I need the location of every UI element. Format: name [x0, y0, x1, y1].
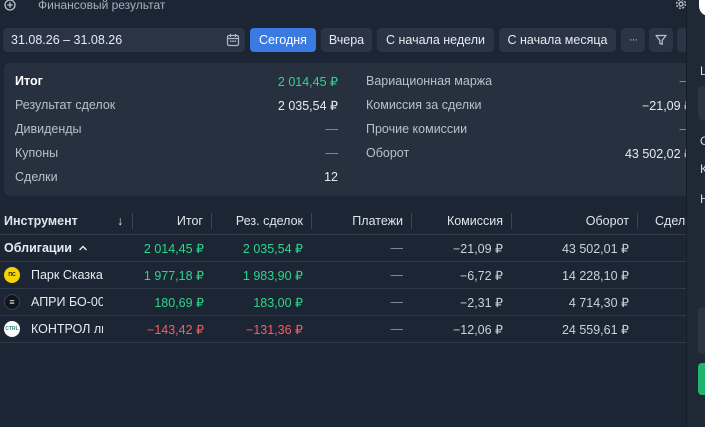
filter-icon [655, 34, 667, 46]
summary-label: Прочие комиссии [366, 122, 468, 136]
side-panel-letter: О [700, 134, 705, 148]
cell-turnover: 4 714,30 ₽ [568, 295, 629, 310]
column-header-commission[interactable]: Комиссия [415, 208, 503, 234]
summary-label: Комиссия за сделки [366, 98, 482, 112]
cell-total: 180,69 ₽ [154, 295, 204, 310]
column-header-payments[interactable]: Платежи [315, 208, 403, 234]
column-divider [411, 213, 412, 229]
summary-row: Вариационная маржа — [366, 74, 692, 90]
table-row[interactable]: ПС Парк Сказка 1 977,18 ₽ 1 983,90 ₽ — −… [0, 262, 686, 289]
column-divider [311, 213, 312, 229]
cell-payments: — [390, 295, 404, 309]
instrument-name: КОНТРОЛ лизинг [31, 322, 103, 336]
summary-row: Оборот 43 502,02 ₽ [366, 146, 692, 162]
summary-total-row: Итог 2 014,45 ₽ [15, 74, 338, 90]
side-panel-field[interactable] [698, 307, 705, 354]
cell-commission: −6,72 ₽ [459, 268, 503, 283]
sort-arrow-icon[interactable]: ↓ [117, 208, 127, 234]
summary-row: Купоны — [15, 146, 338, 162]
cell-total: 1 977,18 ₽ [143, 268, 204, 283]
cell-deals-result: −131,36 ₽ [246, 322, 303, 337]
column-divider [637, 213, 638, 229]
filter-button[interactable] [649, 28, 673, 52]
summary-label: Дивиденды [15, 122, 82, 136]
instrument-logo-icon: ПС [4, 267, 20, 283]
more-options-button[interactable]: ··· [621, 28, 645, 52]
summary-row: Сделки 12 [15, 170, 338, 186]
chevron-up-icon[interactable] [78, 244, 88, 252]
column-header-instrument[interactable]: Инструмент [4, 208, 104, 234]
column-header-deals-result[interactable]: Рез. сделок [215, 208, 303, 234]
summary-label: Сделки [15, 170, 58, 184]
yesterday-button[interactable]: Вчера [321, 28, 372, 52]
cell-total: 2 014,45 ₽ [143, 241, 204, 256]
today-button[interactable]: Сегодня [250, 28, 316, 52]
cell-total: −143,42 ₽ [147, 322, 204, 337]
summary-row: Комиссия за сделки −21,09 ₽ [366, 98, 692, 114]
column-header-deals[interactable]: Сделки [655, 208, 686, 234]
cell-turnover: 24 559,61 ₽ [561, 322, 629, 337]
summary-label: Вариационная маржа [366, 74, 493, 88]
column-divider [132, 213, 133, 229]
calendar-icon[interactable] [226, 33, 240, 47]
cell-commission: −2,31 ₽ [459, 295, 503, 310]
extra-button[interactable] [677, 28, 686, 52]
table-row[interactable]: CTRL КОНТРОЛ лизинг −143,42 ₽ −131,36 ₽ … [0, 316, 686, 343]
summary-value: −21,09 ₽ [641, 99, 692, 113]
summary-value: — [325, 146, 339, 160]
cell-deals-result: 2 035,54 ₽ [242, 241, 303, 256]
side-panel-letter: К [700, 162, 705, 176]
instrument-name: Парк Сказка [31, 268, 103, 282]
summary-row: Дивиденды — [15, 122, 338, 138]
summary-value: — [325, 122, 339, 136]
summary-value: 2 035,54 ₽ [277, 99, 338, 113]
summary-label: Результат сделок [15, 98, 116, 112]
date-range-value: 31.08.26 – 31.08.26 [11, 33, 123, 47]
avatar[interactable] [699, 0, 705, 16]
summary-row: Результат сделок 2 035,54 ₽ [15, 98, 338, 114]
column-divider [211, 213, 212, 229]
week-start-button[interactable]: С начала недели [377, 28, 494, 52]
side-panel: L О К Н [686, 0, 705, 427]
side-panel-field[interactable] [698, 86, 705, 120]
summary-row: Прочие комиссии — [366, 122, 692, 138]
summary-value: 43 502,02 ₽ [624, 147, 692, 161]
column-divider [511, 213, 512, 229]
instrument-name: АПРИ БО-002 [31, 295, 103, 309]
window-title: Финансовый результат [38, 0, 166, 12]
summary-card: Итог 2 014,45 ₽ Результат сделок 2 035,5… [4, 63, 696, 196]
title-bar: Финансовый результат [0, 0, 705, 14]
instrument-logo-icon: ≡ [4, 294, 20, 310]
date-range-input[interactable]: 31.08.26 – 31.08.26 [3, 28, 245, 52]
cell-payments: — [390, 241, 404, 255]
instrument-logo-icon: CTRL [4, 321, 20, 337]
column-header-turnover[interactable]: Оборот [515, 208, 629, 234]
month-start-button[interactable]: С начала месяца [499, 28, 616, 52]
summary-label: Оборот [366, 146, 410, 160]
more-icon: ··· [629, 34, 638, 46]
cell-deals-result: 183,00 ₽ [253, 295, 303, 310]
summary-label: Купоны [15, 146, 59, 160]
cell-payments: — [390, 322, 404, 336]
group-name: Облигации [4, 241, 72, 255]
summary-value: 2 014,45 ₽ [277, 75, 338, 89]
cell-commission: −21,09 ₽ [452, 241, 503, 256]
column-header-total[interactable]: Итог [136, 208, 203, 234]
side-panel-letter: L [700, 64, 705, 78]
toolbar: 31.08.26 – 31.08.26 Сегодня Вчера С нача… [0, 28, 705, 52]
table-row[interactable]: ≡ АПРИ БО-002 180,69 ₽ 183,00 ₽ — −2,31 … [0, 289, 686, 316]
table-group-row[interactable]: Облигации 2 014,45 ₽ 2 035,54 ₽ — −21,09… [0, 235, 686, 262]
summary-value: 12 [324, 170, 338, 184]
side-panel-action-button[interactable] [698, 363, 705, 395]
add-circle-icon[interactable] [4, 0, 16, 11]
summary-label: Итог [15, 74, 43, 88]
cell-payments: — [390, 268, 404, 282]
cell-turnover: 14 228,10 ₽ [561, 268, 629, 283]
cell-deals-result: 1 983,90 ₽ [242, 268, 303, 283]
cell-turnover: 43 502,01 ₽ [561, 241, 629, 256]
cell-commission: −12,06 ₽ [452, 322, 503, 337]
side-panel-letter: Н [700, 192, 705, 206]
